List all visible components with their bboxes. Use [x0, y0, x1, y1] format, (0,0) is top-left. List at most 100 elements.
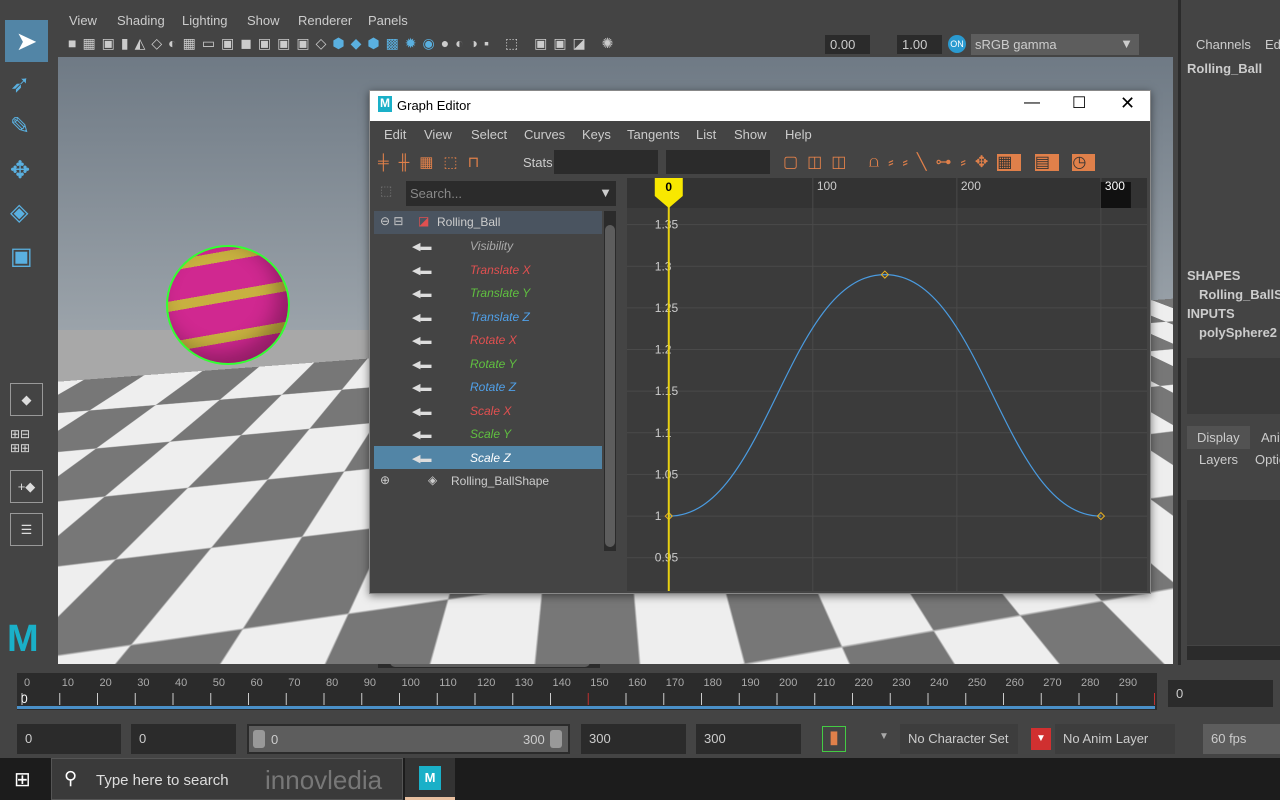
menu-options[interactable]: Options	[1255, 452, 1280, 467]
camera-label: persp	[591, 640, 624, 655]
graph-view[interactable]: 100 200 3000.9511.051.11.151.21.251.31.350	[627, 178, 1147, 591]
tree-item-channel[interactable]: ◀▬ Scale Y	[374, 422, 602, 445]
menu-help[interactable]: Help	[785, 127, 812, 142]
tree-item-shape[interactable]: ⊕ ◈ Rolling_BallShape	[374, 470, 602, 493]
key-tool-icons[interactable]: ╪╫▦⬚⊓	[378, 153, 489, 171]
scale-tool-button[interactable]: ▣	[10, 242, 33, 271]
y-tick-label: 1.35	[655, 218, 679, 232]
start-time-field[interactable]: 0	[17, 724, 121, 754]
gamma-field[interactable]: 1.00	[897, 35, 942, 54]
channel-label: Translate X	[470, 262, 531, 277]
menu-curves[interactable]: Curves	[524, 127, 565, 142]
menu-keys[interactable]: Keys	[582, 127, 611, 142]
exposure-field[interactable]: 0.00	[825, 35, 870, 54]
tree-item-channel[interactable]: ◀▬ Translate Y	[374, 281, 602, 304]
tree-item-channel[interactable]: ◀▬ Scale Z	[374, 445, 602, 469]
search-input[interactable]: Search... ▼	[406, 181, 616, 206]
playback-start-field[interactable]: 0	[131, 724, 236, 754]
maya-taskbar-button[interactable]: M	[405, 758, 455, 800]
menu-select[interactable]: Select	[471, 127, 507, 142]
character-set-field[interactable]: No Character Set	[900, 724, 1018, 754]
object-name[interactable]: Rolling_Ball	[1187, 61, 1262, 76]
range-slider-end-handle[interactable]	[550, 730, 562, 748]
menu-lighting[interactable]: Lighting	[182, 13, 228, 28]
channel-key-icon: ◀▬	[412, 382, 432, 394]
layer-list	[1187, 500, 1280, 645]
range-slider-start-handle[interactable]	[253, 730, 265, 748]
title-bar[interactable]: M Graph Editor — ☐ ✕	[370, 91, 1150, 121]
expand-icon[interactable]: ⊕	[380, 473, 390, 487]
tangent-icons[interactable]: ▢◫◫ ⩍⸗⸗╲⊶⸗✥▦ ▤ ◷	[783, 152, 1096, 172]
collapse-icon[interactable]: ⊖ ⊟	[380, 214, 403, 228]
color-space-value: sRGB gamma	[975, 37, 1057, 52]
menu-tangents[interactable]: Tangents	[627, 127, 680, 142]
color-management-icon[interactable]: ON	[948, 35, 966, 53]
menu-show[interactable]: Show	[247, 13, 280, 28]
menu-list[interactable]: List	[696, 127, 716, 142]
outliner-button[interactable]: ☰	[10, 513, 43, 546]
tree-item-channel[interactable]: ◀▬ Rotate Y	[374, 352, 602, 375]
tree-item-channel[interactable]: ◀▬ Rotate X	[374, 328, 602, 351]
graph-time-ruler[interactable]	[627, 178, 1147, 208]
minimize-button[interactable]: —	[1024, 94, 1040, 112]
menu-panels[interactable]: Panels	[368, 13, 408, 28]
toolbar-icons[interactable]: ■▦▣▮◭◇◐▦▭▣◼▣▣▣◇⬢◆⬢▩✹◉●◐◑▪ ⬚ ▣▣◪ ✺	[68, 35, 619, 52]
color-space-dropdown[interactable]: sRGB gamma ▼	[971, 34, 1139, 55]
time-slider[interactable]: 0 10 20 30 40 50 60 70 80 90 100 110 120 130 140 150 160…	[17, 673, 1175, 710]
horizontal-scrollbar[interactable]	[1187, 646, 1280, 660]
tab-channels[interactable]: Channels	[1196, 37, 1251, 52]
paint-tool-button[interactable]: ✎	[10, 112, 30, 141]
filter-icon[interactable]: ⬚	[380, 183, 392, 199]
menu-layers[interactable]: Layers	[1199, 452, 1238, 467]
end-time-field[interactable]: 300	[696, 724, 801, 754]
tree-item-channel[interactable]: ◀▬ Rotate Z	[374, 375, 602, 398]
playback-end-field[interactable]: 300	[581, 724, 686, 754]
move-tool-button[interactable]: ✥	[10, 156, 30, 185]
chevron-down-icon: ▼	[1120, 36, 1133, 51]
range-slider[interactable]: 0 300	[247, 724, 570, 754]
maximize-button[interactable]: ☐	[1072, 93, 1086, 113]
shape-name[interactable]: Rolling_BallShape	[1199, 287, 1280, 302]
channel-key-icon: ◀▬	[412, 288, 432, 300]
tab-edit[interactable]: Edit	[1265, 37, 1280, 52]
tree-item-channel[interactable]: ◀▬ Scale X	[374, 399, 602, 422]
menu-edit[interactable]: Edit	[384, 127, 406, 142]
layout-button-2[interactable]: +◆	[10, 470, 43, 503]
rolling-ball[interactable]	[166, 245, 290, 365]
tree-item-channel[interactable]: ◀▬ Translate Z	[374, 305, 602, 328]
rotate-tool-button[interactable]: ◈	[10, 198, 28, 227]
menu-view[interactable]: View	[69, 13, 97, 28]
menu-shading[interactable]: Shading	[117, 13, 165, 28]
timeline-tick-label: 60	[251, 677, 263, 689]
lasso-tool-button[interactable]: ➶	[10, 70, 30, 99]
graph-plot-area[interactable]	[627, 208, 1147, 591]
bookmark-icon[interactable]: ▮	[822, 726, 846, 752]
channel-key-icon: ◀▬	[412, 335, 432, 347]
menu-view[interactable]: View	[424, 127, 452, 142]
character-set-menu-icon[interactable]: ▼	[879, 731, 889, 742]
menu-show[interactable]: Show	[734, 127, 767, 142]
timeline-tick-label: 280	[1081, 677, 1099, 689]
layout-button[interactable]: ⊞⊟ ⊞⊞	[10, 427, 43, 460]
current-time-field[interactable]: 0	[1168, 680, 1273, 707]
tree-item-rolling-ball[interactable]: ⊖ ⊟ ◪ Rolling_Ball	[374, 211, 602, 234]
tab-display[interactable]: Display	[1187, 426, 1250, 449]
anim-layer-field[interactable]: No Anim Layer	[1055, 724, 1175, 754]
input-name[interactable]: polySphere2	[1199, 325, 1277, 340]
horizontal-scrollbar[interactable]	[378, 656, 600, 668]
tab-anim[interactable]: Anim	[1261, 430, 1280, 445]
anim-layer-icon[interactable]: ▼	[1031, 728, 1051, 750]
stats-frame-field[interactable]	[554, 150, 658, 174]
menu-renderer[interactable]: Renderer	[298, 13, 352, 28]
tree-item-channel[interactable]: ◀▬ Translate X	[374, 258, 602, 281]
taskbar-search[interactable]: ⚲ Type here to search innovledia	[51, 758, 403, 800]
stats-value-field[interactable]	[666, 150, 770, 174]
close-button[interactable]: ✕	[1120, 93, 1135, 114]
fps-dropdown[interactable]: 60 fps	[1203, 724, 1280, 754]
single-view-button[interactable]: ◆	[10, 383, 43, 416]
vertical-scrollbar[interactable]	[604, 211, 616, 551]
tree-item-channel[interactable]: ◀▬ Visibility	[374, 234, 602, 257]
windows-start-icon[interactable]: ⊞	[14, 767, 31, 792]
timeline-tick-label: 190	[741, 677, 759, 689]
select-tool-button[interactable]: ➤	[5, 20, 48, 62]
